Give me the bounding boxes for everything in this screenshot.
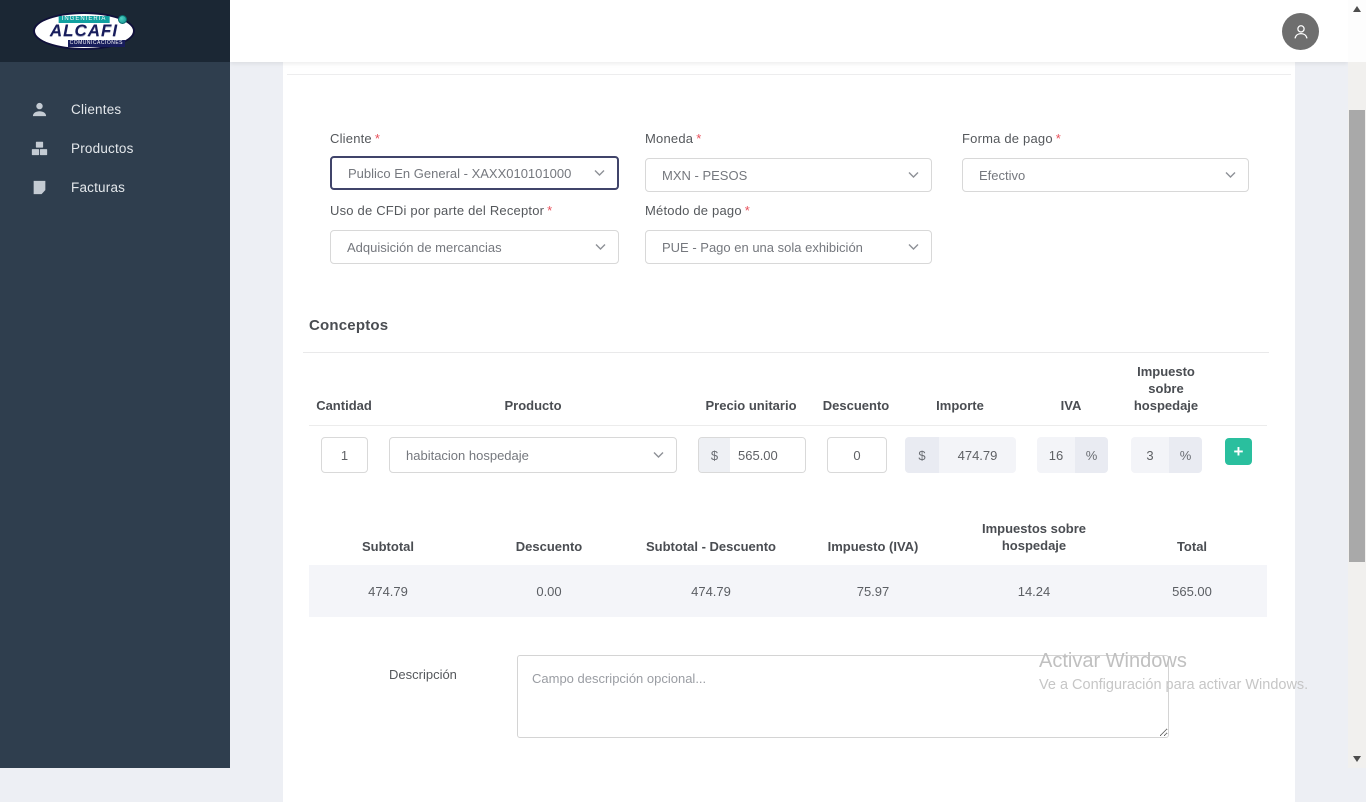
brand-name: ALCAFI xyxy=(50,21,118,41)
metodo-de-pago-select[interactable]: PUE - Pago en una sola exhibición xyxy=(645,230,932,264)
summary-header-subtotal-descuento: Subtotal - Descuento xyxy=(646,538,776,555)
add-concept-button[interactable]: + xyxy=(1225,438,1252,465)
precio-unitario-input[interactable] xyxy=(730,438,804,472)
summary-subtotal-value: 474.79 xyxy=(368,584,408,599)
col-header-precio-unitario: Precio unitario xyxy=(705,397,796,414)
percent-suffix: % xyxy=(1075,437,1108,473)
chevron-down-icon xyxy=(595,244,606,251)
scroll-down-icon[interactable] xyxy=(1353,756,1361,762)
metodo-de-pago-select-value: PUE - Pago en una sola exhibición xyxy=(662,240,863,255)
currency-prefix: $ xyxy=(699,438,730,472)
scroll-up-icon[interactable] xyxy=(1353,6,1361,12)
windows-activation-watermark-subtitle: Ve a Configuración para activar Windows. xyxy=(1039,677,1308,693)
summary-impuestos-hospedaje-value: 14.24 xyxy=(1018,584,1051,599)
summary-header-descuento: Descuento xyxy=(516,538,582,555)
vertical-scrollbar[interactable] xyxy=(1348,0,1366,768)
importe-value: 474.79 xyxy=(939,437,1016,473)
chevron-down-icon xyxy=(908,172,919,179)
col-header-iva: IVA xyxy=(1061,397,1082,414)
moneda-select-value: MXN - PESOS xyxy=(662,168,747,183)
col-header-producto: Producto xyxy=(504,397,561,414)
sidebar-item-label: Clientes xyxy=(71,102,121,117)
summary-header-impuesto-iva: Impuesto (IVA) xyxy=(828,538,919,555)
brand-logo: INGENIERIA ALCAFI COMUNICACIONES xyxy=(0,0,230,62)
sidebar-item-facturas[interactable]: Facturas xyxy=(0,168,230,207)
windows-activation-watermark-title: Activar Windows xyxy=(1039,650,1187,673)
col-header-cantidad: Cantidad xyxy=(316,397,372,414)
chevron-down-icon xyxy=(908,244,919,251)
chevron-down-icon xyxy=(594,170,605,177)
user-icon xyxy=(1290,21,1312,43)
col-header-importe: Importe xyxy=(936,397,984,414)
globe-icon xyxy=(118,15,127,24)
forma-de-pago-label: Forma de pago* xyxy=(962,131,1061,146)
forma-de-pago-select[interactable]: Efectivo xyxy=(962,158,1249,192)
hospedaje-value: 3 xyxy=(1131,437,1169,473)
summary-subtotal-descuento-value: 474.79 xyxy=(691,584,731,599)
person-icon xyxy=(31,101,48,118)
sidebar: INGENIERIA ALCAFI COMUNICACIONES Cliente… xyxy=(0,0,230,768)
brand-logo-oval: INGENIERIA ALCAFI COMUNICACIONES xyxy=(33,12,135,50)
summary-header-subtotal: Subtotal xyxy=(362,538,414,555)
uso-cfdi-select[interactable]: Adquisición de mercancias xyxy=(330,230,619,264)
conceptos-divider xyxy=(303,352,1269,353)
uso-cfdi-select-value: Adquisición de mercancias xyxy=(347,240,502,255)
main-content: Cliente* Moneda* Forma de pago* Publico … xyxy=(230,62,1348,768)
sidebar-item-label: Productos xyxy=(71,141,134,156)
descripcion-label: Descripción xyxy=(389,667,457,682)
user-avatar-button[interactable] xyxy=(1282,13,1319,50)
top-bar xyxy=(230,0,1348,62)
required-asterisk: * xyxy=(547,203,552,218)
required-asterisk: * xyxy=(696,131,701,146)
metodo-de-pago-label: Método de pago* xyxy=(645,203,750,218)
card-top-divider xyxy=(287,74,1291,75)
required-asterisk: * xyxy=(745,203,750,218)
brand-tagline-bottom: COMUNICACIONES xyxy=(68,40,125,47)
summary-header-total: Total xyxy=(1177,538,1207,555)
sidebar-item-label: Facturas xyxy=(71,180,125,195)
conceptos-title: Conceptos xyxy=(309,317,388,334)
sidebar-item-productos[interactable]: Productos xyxy=(0,129,230,168)
brand-tagline-top: INGENIERIA xyxy=(59,16,110,23)
cantidad-input[interactable] xyxy=(321,437,368,473)
boxes-icon xyxy=(31,140,48,157)
producto-select[interactable]: habitacion hospedaje xyxy=(389,437,677,473)
iva-group: 16 % xyxy=(1037,437,1108,473)
percent-suffix: % xyxy=(1169,437,1202,473)
summary-total-value: 565.00 xyxy=(1172,584,1212,599)
hospedaje-group: 3 % xyxy=(1131,437,1202,473)
chevron-down-icon xyxy=(1225,172,1236,179)
scrollbar-thumb[interactable] xyxy=(1349,110,1365,562)
required-asterisk: * xyxy=(375,131,380,146)
summary-descuento-value: 0.00 xyxy=(536,584,561,599)
forma-de-pago-select-value: Efectivo xyxy=(979,168,1025,183)
precio-unitario-group: $ xyxy=(698,437,806,473)
invoice-file-icon xyxy=(31,179,48,196)
cliente-label: Cliente* xyxy=(330,131,380,146)
moneda-label: Moneda* xyxy=(645,131,701,146)
cliente-select[interactable]: Publico En General - XAXX010101000 xyxy=(330,156,619,190)
descuento-input[interactable] xyxy=(827,437,887,473)
chevron-down-icon xyxy=(653,452,664,459)
summary-values-row xyxy=(309,565,1267,617)
col-header-impuesto-hospedaje: Impuesto sobre hospedaje xyxy=(1120,363,1212,414)
iva-value: 16 xyxy=(1037,437,1075,473)
col-header-descuento: Descuento xyxy=(823,397,889,414)
sidebar-item-clientes[interactable]: Clientes xyxy=(0,90,230,129)
summary-impuesto-iva-value: 75.97 xyxy=(857,584,890,599)
uso-cfdi-label: Uso de CFDi por parte del Receptor* xyxy=(330,203,552,218)
required-asterisk: * xyxy=(1056,131,1061,146)
moneda-select[interactable]: MXN - PESOS xyxy=(645,158,932,192)
producto-select-value: habitacion hospedaje xyxy=(406,448,529,463)
summary-header-impuestos-hospedaje: Impuestos sobre hospedaje xyxy=(972,520,1097,554)
importe-group: $ 474.79 xyxy=(905,437,1016,473)
cliente-select-value: Publico En General - XAXX010101000 xyxy=(348,166,571,181)
sidebar-nav: Clientes Productos Facturas xyxy=(0,90,230,207)
table-header-divider xyxy=(309,425,1267,426)
currency-prefix: $ xyxy=(905,437,939,473)
